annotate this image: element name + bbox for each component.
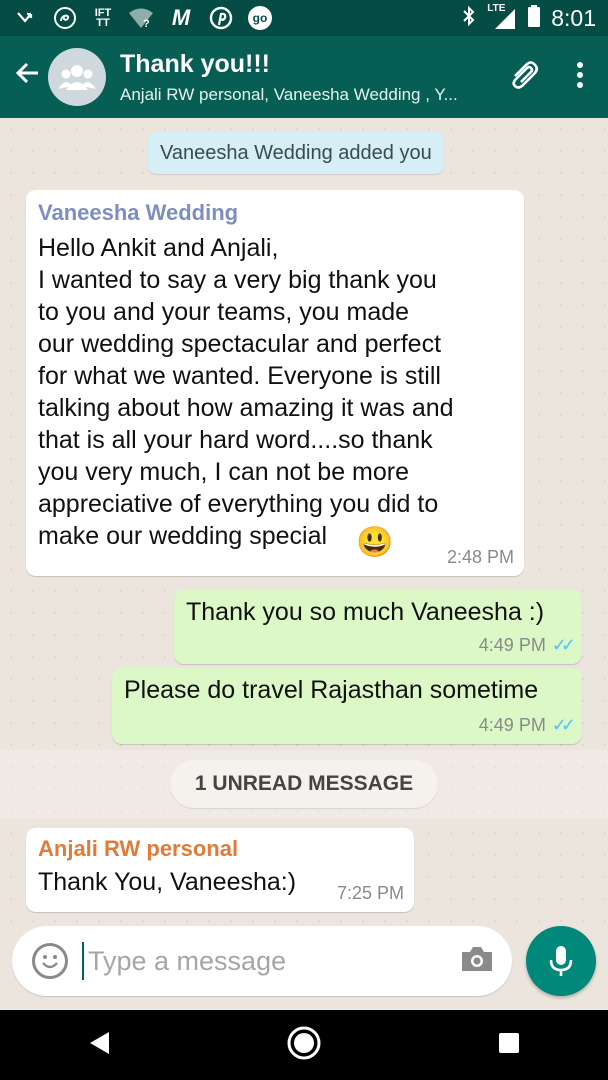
arrow-left-icon: [15, 62, 38, 84]
system-notice: Vaneesha Wedding added you: [148, 132, 444, 174]
incoming-message[interactable]: Anjali RW personal Thank You, Vaneesha:)…: [26, 828, 414, 912]
smiley-emoji-icon: 😃: [356, 526, 394, 559]
status-bar: IFT TT ? M go LTE 8:01: [0, 0, 608, 36]
home-circle-icon: [287, 1026, 321, 1059]
microphone-icon: [549, 946, 573, 976]
more-vertical-icon: [577, 61, 583, 88]
svg-text:?: ?: [143, 18, 150, 29]
voice-message-button[interactable]: [526, 926, 596, 996]
bluetooth-icon: [461, 4, 477, 33]
double-check-icon: ✓✓: [551, 635, 576, 655]
wifi-question-icon: ?: [128, 6, 154, 30]
header-actions: [508, 58, 584, 97]
message-time: 2:48 PM: [446, 547, 514, 567]
double-check-icon: ✓✓: [551, 715, 576, 735]
message-time: 4:49 PM: [478, 635, 546, 655]
system-status: LTE 8:01: [461, 3, 596, 33]
emoji-button[interactable]: [32, 943, 68, 979]
system-navigation-bar: [0, 1010, 608, 1080]
message-composer: [12, 926, 512, 996]
back-button[interactable]: [8, 59, 48, 95]
message-list[interactable]: Vaneesha Wedding added you Vaneesha Wedd…: [0, 118, 608, 928]
ifttt-icon: IFT TT: [94, 7, 112, 29]
more-options-button[interactable]: [576, 61, 584, 94]
group-icon: [58, 65, 96, 90]
message-sender: Vaneesha Wedding: [38, 200, 239, 225]
unread-message-badge: 1 UNREAD MESSAGE: [170, 760, 438, 808]
clock: 8:01: [551, 4, 596, 31]
message-text: Thank you so much Vaneesha :): [186, 598, 545, 626]
gmail-icon: M: [171, 5, 191, 30]
nav-home-button[interactable]: [286, 1025, 322, 1066]
chat-title: Thank you!!!: [120, 49, 270, 78]
emoji-icon: [42, 955, 58, 969]
paperclip-icon: [512, 60, 539, 89]
message-input[interactable]: [82, 942, 460, 980]
pinterest-icon: [208, 6, 234, 30]
chat-header: Thank you!!! Anjali RW personal, Vaneesh…: [0, 36, 608, 118]
camera-button[interactable]: [460, 945, 494, 978]
battery-icon: [527, 4, 541, 33]
triangle-back-icon: [90, 1031, 110, 1054]
message-meta: 4:49 PM ✓✓: [478, 635, 576, 656]
square-recents-icon: [498, 1032, 519, 1053]
nav-back-button[interactable]: [87, 1030, 111, 1061]
group-avatar[interactable]: [48, 48, 106, 106]
message-text: Please do travel Rajasthan sometime: [124, 676, 539, 704]
notification-icons: IFT TT ? M go: [12, 5, 461, 30]
outgoing-message[interactable]: Thank you so much Vaneesha :) 4:49 PM ✓✓: [174, 590, 582, 664]
message-sender: Anjali RW personal: [38, 836, 239, 861]
missed-call-icon: [12, 6, 38, 30]
attach-button[interactable]: [508, 58, 542, 97]
chat-title-area[interactable]: Thank you!!! Anjali RW personal, Vaneesh…: [120, 50, 508, 105]
message-meta: 4:49 PM ✓✓: [478, 715, 576, 736]
signal-icon: LTE: [487, 3, 517, 31]
outgoing-message[interactable]: Please do travel Rajasthan sometime 4:49…: [112, 668, 582, 744]
message-time: 4:49 PM: [478, 715, 546, 735]
swirl-icon: [52, 6, 78, 30]
go-icon: go: [248, 6, 272, 30]
message-time: 7:25 PM: [336, 883, 404, 903]
nav-recents-button[interactable]: [497, 1031, 521, 1060]
message-meta: 7:25 PM: [337, 883, 404, 904]
incoming-message[interactable]: Vaneesha Wedding Hello Ankit and Anjali,…: [26, 190, 524, 576]
message-meta: 2:48 PM: [447, 547, 514, 568]
message-text: Hello Ankit and Anjali, I wanted to say …: [38, 234, 454, 550]
camera-icon: [462, 946, 492, 971]
chat-participants: Anjali RW personal, Vaneesha Wedding , Y…: [120, 84, 458, 104]
